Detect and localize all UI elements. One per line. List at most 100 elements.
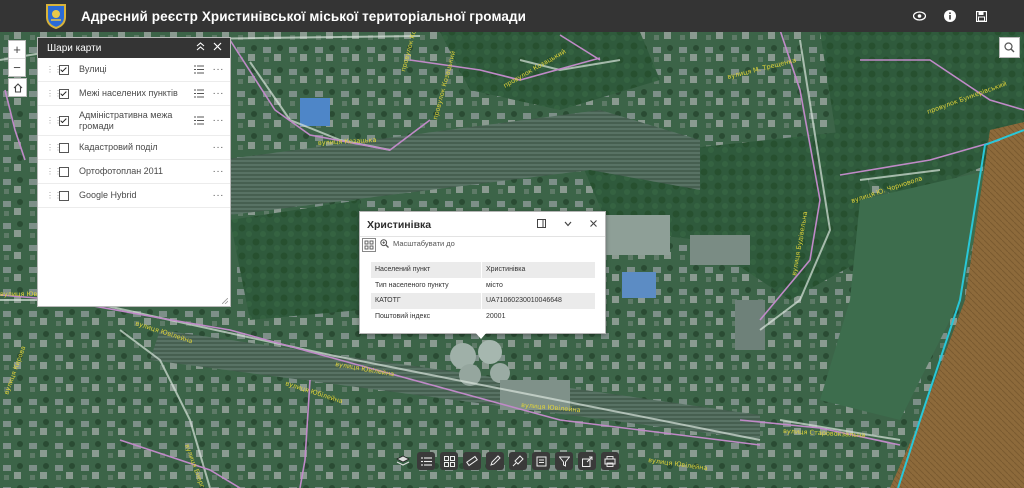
legend-button[interactable] <box>417 452 435 470</box>
field-key: Тип населеного пункту <box>375 281 449 289</box>
attribute-table: Населений пункт Христинівка Тип населеног… <box>371 262 595 324</box>
layers-button[interactable] <box>394 452 412 470</box>
layer-row-cadastral[interactable]: ⋮⋮ Кадастровий поділ ··· <box>38 136 230 160</box>
search-button[interactable] <box>999 37 1020 58</box>
layer-name: Ортофотоплан 2011 <box>79 166 164 176</box>
more-options-icon[interactable]: ··· <box>213 115 225 126</box>
table-row: КАТОТГ UA71060230010046648 <box>371 293 595 309</box>
draw-button[interactable] <box>486 452 504 470</box>
zoom-in-button[interactable]: + <box>9 41 25 58</box>
legend-list-icon[interactable] <box>193 89 204 98</box>
layer-row-google-hybrid[interactable]: ⋮⋮ Google Hybrid ··· <box>38 184 230 208</box>
layer-name: Google Hybrid <box>79 190 137 200</box>
zoom-to-action[interactable]: Масштабувати до <box>380 239 455 248</box>
layer-name: Кадастровий поділ <box>79 142 158 152</box>
drag-handle-icon[interactable]: ⋮⋮ <box>46 144 62 152</box>
print-button[interactable] <box>532 452 550 470</box>
field-value: UA71060230010046648 <box>481 293 595 309</box>
layer-checkbox[interactable] <box>59 166 69 177</box>
layer-checkbox[interactable] <box>59 64 69 75</box>
layer-row-admin-boundary[interactable]: ⋮⋮ Адміністративна межа громади ··· <box>38 106 230 136</box>
more-options-icon[interactable]: ··· <box>213 64 225 75</box>
eye-icon[interactable] <box>912 9 926 23</box>
save-icon[interactable] <box>974 9 988 23</box>
basemap-gallery-button[interactable] <box>440 452 458 470</box>
layer-row-orthophoto[interactable]: ⋮⋮ Ортофотоплан 2011 ··· <box>38 160 230 184</box>
layer-row-settlement-boundaries[interactable]: ⋮⋮ Межі населених пунктів ··· <box>38 82 230 106</box>
layer-row-streets[interactable]: ⋮⋮ Вулиці ··· <box>38 58 230 82</box>
drag-handle-icon[interactable]: ⋮⋮ <box>46 168 62 176</box>
dock-icon[interactable] <box>537 219 546 228</box>
field-key: Населений пункт <box>371 262 482 278</box>
layer-name: Межі населених пунктів <box>79 88 178 98</box>
edit-button[interactable] <box>509 452 527 470</box>
layer-checkbox[interactable] <box>59 142 69 153</box>
street-label: вулиця Старовокзальна <box>783 427 866 439</box>
street-label: провулок Козацький <box>399 32 425 73</box>
street-label: вулиця Ювілейна <box>521 401 581 414</box>
layer-name: Вулиці <box>79 64 107 74</box>
print-icon <box>536 456 546 466</box>
layer-list-title: Шари карти <box>47 42 102 54</box>
resize-handle-icon[interactable] <box>222 298 228 304</box>
app-header: Адресний реєстр Христинівської міської т… <box>0 0 1024 32</box>
street-label: провулок Бункерівський <box>926 80 1008 116</box>
more-options-icon[interactable]: ··· <box>213 166 225 177</box>
layer-name: Адміністративна межа громади <box>79 109 173 131</box>
street-label: вулиця Будівельна <box>790 211 809 277</box>
layers-icon <box>396 455 410 466</box>
draw-icon <box>490 455 501 466</box>
table-row: Тип населеного пункту місто <box>371 277 595 293</box>
chevron-down-icon[interactable] <box>564 221 572 227</box>
home-icon <box>13 82 22 93</box>
drag-handle-icon[interactable]: ⋮⋮ <box>46 192 62 200</box>
street-label: вулиця Козацька <box>318 136 377 147</box>
filter-icon <box>558 456 570 467</box>
layer-list-panel: Шари карти ⋮⋮ Вулиці ··· ⋮⋮ Межі населен… <box>37 37 231 307</box>
drag-handle-icon[interactable]: ⋮⋮ <box>46 117 62 125</box>
legend-icon <box>420 456 432 466</box>
export-button[interactable] <box>601 452 619 470</box>
measure-button[interactable] <box>463 452 481 470</box>
edit-icon <box>512 455 524 467</box>
street-label: вулиця Ю. Чорновола <box>850 174 923 205</box>
field-value: 20001 <box>481 308 595 324</box>
street-label: вулиця Юбілейна <box>284 379 343 405</box>
coat-of-arms-logo <box>45 3 67 30</box>
close-icon[interactable] <box>213 42 222 54</box>
street-label: вулиця Ювілейна <box>134 319 193 345</box>
share-icon <box>581 456 592 467</box>
feature-popup: Христинівка Масштабувати до Населений пу… <box>359 211 606 334</box>
street-label: провулок Козацький <box>431 50 457 120</box>
drag-handle-icon[interactable]: ⋮⋮ <box>46 66 62 74</box>
share-button[interactable] <box>578 452 596 470</box>
home-button[interactable] <box>8 78 27 97</box>
zoom-to-icon <box>380 239 389 248</box>
more-options-icon[interactable]: ··· <box>213 88 225 99</box>
zoom-out-button[interactable]: − <box>9 58 25 76</box>
basemap-gallery-icon <box>443 455 455 467</box>
collapse-icon[interactable] <box>196 42 205 54</box>
street-label: вулиця Ювілейна <box>648 456 708 472</box>
layer-checkbox[interactable] <box>59 115 69 126</box>
field-key: КАТОТГ <box>371 293 482 309</box>
filter-button[interactable] <box>555 452 573 470</box>
popup-divider <box>360 236 605 237</box>
layer-checkbox[interactable] <box>59 88 69 99</box>
layer-checkbox[interactable] <box>59 190 69 201</box>
more-options-icon[interactable]: ··· <box>213 190 225 201</box>
street-label: вулиця Кирова <box>2 345 27 396</box>
drag-handle-icon[interactable]: ⋮⋮ <box>46 90 62 98</box>
field-value: місто <box>481 277 595 293</box>
legend-list-icon[interactable] <box>193 116 204 125</box>
close-icon[interactable] <box>590 220 597 227</box>
grid-icon <box>364 240 374 250</box>
street-label: вулиця Енергетиків <box>183 443 214 488</box>
app-title: Адресний реєстр Христинівської міської т… <box>81 8 527 24</box>
popup-actions-button[interactable] <box>362 238 376 252</box>
info-icon[interactable] <box>943 9 957 23</box>
table-row: Поштовий індекс 20001 <box>371 308 595 324</box>
legend-list-icon[interactable] <box>193 65 204 74</box>
popup-pointer <box>474 331 488 339</box>
more-options-icon[interactable]: ··· <box>213 142 225 153</box>
